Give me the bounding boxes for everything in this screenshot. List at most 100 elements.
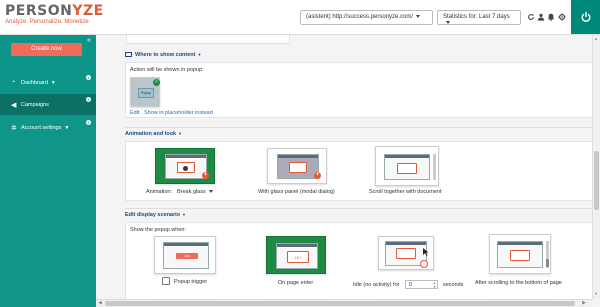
popup-placement-thumbnail[interactable]: Popup ✓: [130, 77, 160, 107]
chevron-down-icon: ▼: [50, 79, 56, 86]
bell-icon[interactable]: [547, 13, 555, 21]
section-title: Edit display scenario: [125, 211, 181, 218]
screen-graphic: [497, 241, 543, 268]
divider: [125, 208, 592, 209]
collapse-sidebar-icon[interactable]: «: [87, 37, 91, 44]
edit-link[interactable]: Edit: [130, 110, 139, 116]
animation-option-scroll-together[interactable]: [375, 146, 439, 186]
horizontal-scrollbar[interactable]: ◀ ▶: [96, 299, 592, 307]
scenario-idle[interactable]: [378, 236, 434, 270]
cursor-ball-icon: [183, 166, 188, 171]
screen-graphic: [384, 154, 430, 180]
idle-seconds-input[interactable]: 0 ▲ ▼: [405, 280, 438, 289]
megaphone-icon: ◀: [11, 101, 17, 109]
animation-panel: + + Animation: Break glass With glass pa…: [125, 141, 592, 201]
animation-select-value: Break glass: [177, 188, 206, 195]
sidebar-item-label: Campaigns: [21, 101, 49, 108]
popup-hi-graphic: Hi !: [287, 251, 309, 263]
add-icon: +: [314, 172, 321, 179]
monitor-icon: [125, 52, 132, 57]
vertical-scrollbar[interactable]: ▲ ▼: [592, 35, 600, 299]
user-icon[interactable]: [537, 13, 545, 21]
animation-select[interactable]: Break glass: [177, 187, 213, 196]
glass-panel-label: With glass panel (modal dialog): [258, 189, 335, 195]
section-where-to-show[interactable]: Where to show content ▼: [125, 50, 201, 59]
idle-seconds-value: 0: [409, 282, 413, 288]
sidebar-item-campaigns[interactable]: ◀ Campaigns i: [0, 94, 96, 115]
show-in-placeholder-link[interactable]: Show in placeholder instead: [144, 110, 213, 116]
logo-wordmark: PERSONYZE: [5, 3, 104, 19]
chevron-down-icon: [208, 190, 213, 193]
sidebar: « Create now ◔ Dashboard ▼ i ◀ Campaigns…: [0, 35, 96, 307]
chevron-down-icon: ▼: [197, 52, 202, 57]
scrollbar-thumb[interactable]: [105, 301, 575, 306]
clock-icon: [420, 260, 428, 268]
section-animation-and-look[interactable]: Animation and look ▼: [125, 129, 182, 138]
screen-graphic: [165, 154, 207, 179]
info-icon[interactable]: i: [86, 120, 91, 125]
chevron-down-icon: [446, 20, 450, 24]
refresh-icon[interactable]: [527, 13, 535, 21]
idle-label-suffix: seconds: [443, 282, 464, 288]
scroll-left-icon[interactable]: ◀: [98, 300, 102, 306]
stats-period-selector[interactable]: Statistics for: Last 7 days: [437, 10, 521, 25]
add-icon: +: [202, 172, 209, 179]
chevron-down-icon: ▼: [64, 124, 70, 131]
divider: [125, 127, 592, 128]
trigger-button-graphic: I AM: [176, 253, 198, 259]
animation-option-glass-panel[interactable]: +: [267, 148, 327, 184]
power-button[interactable]: [571, 0, 600, 34]
previous-panel-bottom: [126, 35, 290, 44]
display-scenario-panel: Show the popup when: I AM Popup trigger …: [125, 222, 592, 299]
show-popup-when-text: Show the popup when:: [130, 227, 186, 233]
chevron-down-icon: ▼: [178, 131, 182, 136]
chevron-down-icon: ▼: [182, 212, 186, 217]
section-title: Where to show content: [135, 51, 196, 58]
power-icon: [581, 11, 590, 22]
scrollbar-thumb[interactable]: [594, 151, 599, 210]
scenario-popup-trigger[interactable]: I AM: [154, 236, 216, 274]
section-title: Animation and look: [125, 130, 177, 137]
info-icon[interactable]: i: [86, 75, 91, 80]
section-edit-display-scenario[interactable]: Edit display scenario ▼: [125, 210, 186, 219]
gears-icon: ✲: [11, 124, 17, 132]
popup-thumb-label: Popup: [138, 88, 154, 98]
stats-period-value: Statistics for: Last 7 days: [443, 14, 510, 20]
scenario-scroll-to-bottom[interactable]: [489, 234, 551, 274]
site-selector-value: (asistent) http://success.personyze.com/: [306, 14, 414, 20]
popup-trigger-checkbox[interactable]: [162, 277, 170, 285]
spinner-icon[interactable]: ▲ ▼: [433, 281, 436, 289]
animation-option-break-glass[interactable]: +: [155, 148, 215, 184]
site-selector[interactable]: (asistent) http://success.personyze.com/: [300, 10, 433, 25]
sidebar-item-label: Account settings: [21, 124, 62, 131]
scroll-right-icon[interactable]: ▶: [582, 300, 586, 306]
scrollbar-graphic: [433, 154, 436, 180]
scroll-to-bottom-label: After scrolling to the bottom of page: [475, 280, 562, 286]
scroll-down-icon[interactable]: ▼: [594, 291, 598, 296]
create-now-button[interactable]: Create now: [11, 43, 82, 56]
logo[interactable]: PERSONYZE Analyze. Personalize. Monetize: [5, 3, 104, 25]
cursor-icon: [423, 248, 429, 256]
gear-icon[interactable]: [558, 13, 566, 21]
screen-graphic: [277, 154, 319, 179]
top-bar: PERSONYZE Analyze. Personalize. Monetize…: [0, 0, 600, 35]
main-content: Where to show content ▼ Action will be s…: [96, 35, 592, 299]
scenario-on-page-enter[interactable]: Hi !: [266, 236, 326, 274]
screen-graphic: I AM: [163, 242, 209, 269]
info-icon[interactable]: i: [86, 97, 91, 102]
scroll-together-label: Scroll together with document: [369, 189, 442, 195]
dashboard-icon: ◔: [11, 79, 16, 86]
where-panel: Action will be shown in popup: Popup ✓ E…: [125, 62, 592, 118]
sidebar-item-dashboard[interactable]: ◔ Dashboard ▼ i: [0, 72, 96, 93]
sidebar-item-label: Dashboard: [21, 79, 48, 86]
screen-graphic: Hi !: [276, 243, 318, 269]
chevron-down-icon: [416, 14, 421, 18]
scroll-up-icon[interactable]: ▲: [594, 36, 598, 41]
animation-label: Animation:: [146, 189, 172, 195]
idle-label-prefix: Idle (no activity) for: [353, 282, 400, 288]
on-page-enter-label: On page enter: [278, 280, 314, 286]
scrollbar-graphic: [546, 241, 549, 268]
logo-tagline: Analyze. Personalize. Monetize: [5, 19, 89, 25]
popup-trigger-label: Popup trigger: [174, 279, 208, 285]
sidebar-item-account-settings[interactable]: ✲ Account settings ▼ i: [0, 117, 96, 138]
